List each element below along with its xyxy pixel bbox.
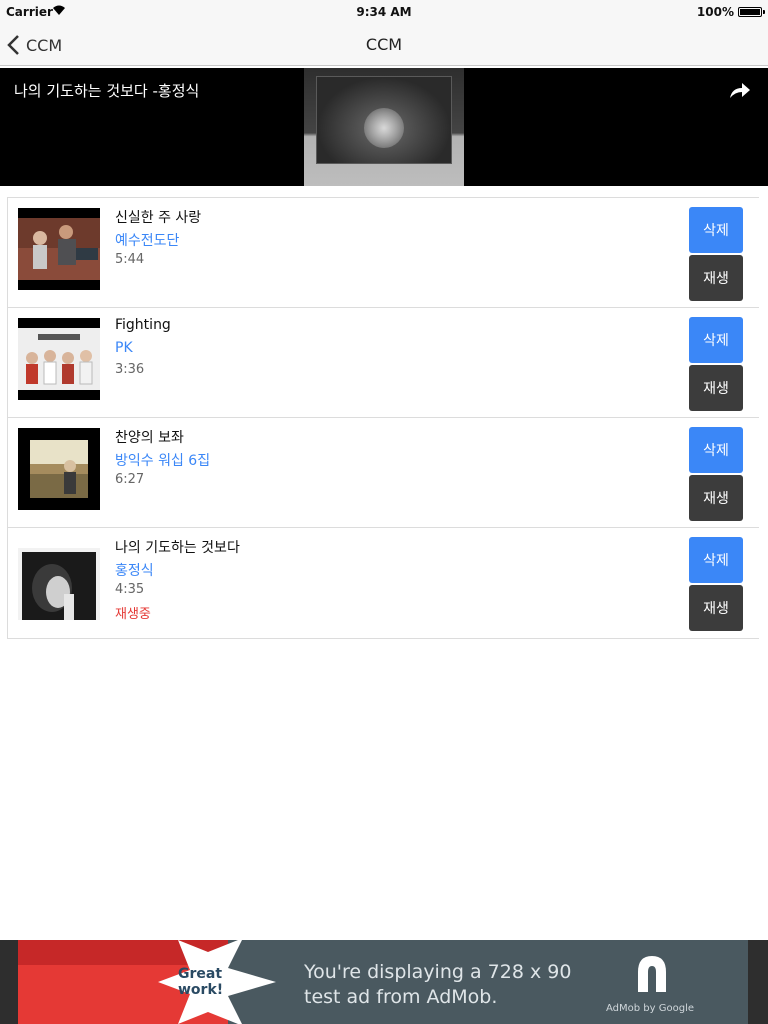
- song-duration: 5:44: [115, 252, 145, 267]
- ad-right-edge: [748, 940, 768, 1024]
- ad-badge-text: Great work!: [178, 966, 224, 998]
- song-title: 나의 기도하는 것보다: [115, 540, 240, 556]
- play-button[interactable]: 재생: [689, 585, 743, 631]
- delete-button[interactable]: 삭제: [689, 317, 743, 363]
- song-artist: 방익수 워십 6집: [115, 453, 211, 469]
- battery-tip: [763, 10, 765, 14]
- player-title: 나의 기도하는 것보다 -홍정식: [14, 82, 200, 100]
- ad-content[interactable]: Great work! You're displaying a 728 x 90…: [18, 940, 748, 1024]
- status-bar: Carrier 9:34 AM 100%: [0, 0, 768, 24]
- song-duration: 4:35: [115, 582, 145, 597]
- page-title: CCM: [365, 35, 403, 54]
- song-thumbnail: [18, 318, 100, 400]
- ad-banner[interactable]: Great work! You're displaying a 728 x 90…: [0, 940, 768, 1024]
- video-player[interactable]: 나의 기도하는 것보다 -홍정식: [0, 68, 768, 186]
- list-item: 나의 기도하는 것보다 홍정식 4:35 재생중 삭제 재생: [8, 528, 759, 638]
- clock: 9:34 AM: [356, 5, 412, 19]
- share-icon[interactable]: [728, 80, 752, 102]
- ad-left-edge: [0, 940, 18, 1024]
- delete-button[interactable]: 삭제: [689, 427, 743, 473]
- admob-logo-icon: [638, 956, 666, 992]
- navigation-bar: CCM CCM: [0, 24, 768, 66]
- battery-icon: [738, 7, 762, 17]
- song-artist: 예수전도단: [115, 233, 180, 249]
- list-item: Fighting PK 3:36 삭제 재생: [8, 308, 759, 418]
- song-title: 신실한 주 사랑: [115, 210, 202, 226]
- play-button[interactable]: 재생: [689, 475, 743, 521]
- song-duration: 3:36: [115, 362, 145, 377]
- song-duration: 6:27: [115, 472, 145, 487]
- song-list: 신실한 주 사랑 예수전도단 5:44 삭제 재생 Fighting PK 3:…: [7, 197, 759, 639]
- song-artist: PK: [115, 340, 133, 356]
- list-item: 신실한 주 사랑 예수전도단 5:44 삭제 재생: [8, 198, 759, 308]
- song-artist: 홍정식: [115, 563, 154, 579]
- song-thumbnail: [18, 538, 100, 620]
- song-title: Fighting: [115, 317, 171, 333]
- delete-button[interactable]: 삭제: [689, 207, 743, 253]
- ad-message: You're displaying a 728 x 90 test ad fro…: [304, 961, 572, 1008]
- battery-percent: 100%: [696, 5, 734, 19]
- now-playing-label: 재생중: [115, 607, 151, 622]
- song-thumbnail: [18, 208, 100, 290]
- play-button[interactable]: 재생: [689, 365, 743, 411]
- song-thumbnail: [18, 428, 100, 510]
- play-button[interactable]: 재생: [689, 255, 743, 301]
- list-item: 찬양의 보좌 방익수 워십 6집 6:27 삭제 재생: [8, 418, 759, 528]
- video-thumbnail: [304, 68, 464, 186]
- ad-brand-label: AdMob by Google: [606, 1003, 694, 1014]
- delete-button[interactable]: 삭제: [689, 537, 743, 583]
- song-title: 찬양의 보좌: [115, 430, 184, 446]
